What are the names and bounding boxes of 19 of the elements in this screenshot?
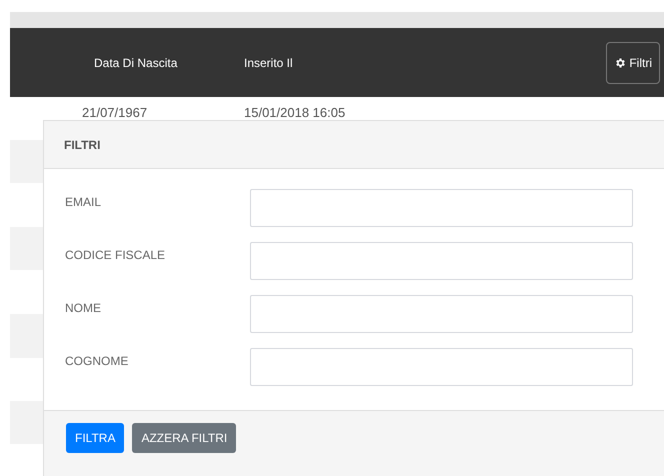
row-stripe <box>10 227 43 270</box>
input-field[interactable] <box>250 348 633 386</box>
input-field[interactable] <box>250 295 633 333</box>
row-stripe <box>10 314 43 358</box>
gear-icon <box>614 56 626 68</box>
input-field[interactable] <box>250 189 633 227</box>
field-label: COGNOME <box>64 353 130 370</box>
field-label: NOME <box>64 300 102 317</box>
column-header: Inserito Il <box>244 56 293 70</box>
reset-filters-button[interactable]: AZZERA FILTRI <box>132 423 236 453</box>
field-label: CODICE FISCALE <box>64 247 166 264</box>
table-cell: 21/07/1967 <box>82 105 148 120</box>
filter-button[interactable]: Filtri <box>606 42 660 84</box>
input-field[interactable] <box>250 242 633 280</box>
field-label: EMAIL <box>64 194 102 211</box>
column-header: Data Di Nascita <box>94 56 178 70</box>
table-cell: 15/01/2018 16:05 <box>244 105 346 120</box>
panel-title: FILTRI <box>64 136 100 154</box>
filter-submit-button[interactable]: FILTRA <box>66 423 124 453</box>
